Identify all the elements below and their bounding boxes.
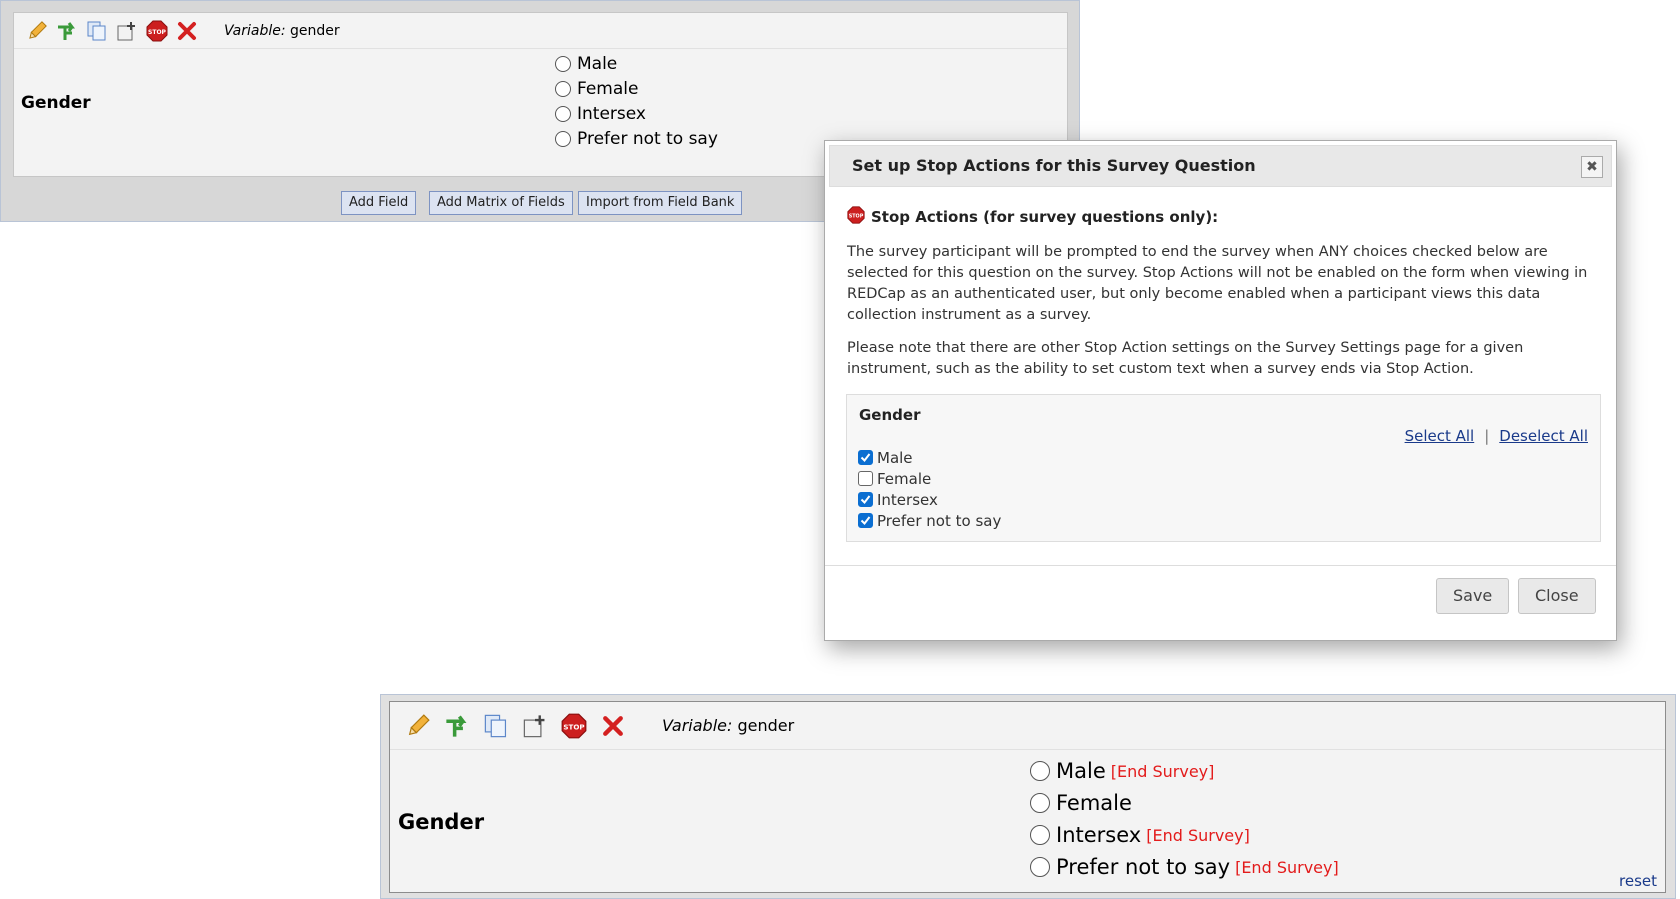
close-button[interactable]: Close xyxy=(1518,578,1596,614)
variable-label: Variable: gender xyxy=(662,716,795,735)
end-survey-tag: [End Survey] xyxy=(1110,761,1215,781)
radio-button[interactable] xyxy=(1030,857,1050,877)
radio-button[interactable] xyxy=(1030,825,1050,845)
end-survey-tag: [End Survey] xyxy=(1235,857,1339,877)
import-field-bank-button[interactable]: Import from Field Bank xyxy=(578,191,743,215)
choices-box: Gender Select All | Deselect All Male Fema… xyxy=(846,394,1601,542)
radio-option[interactable]: Prefer not to say [End Survey] xyxy=(1030,851,1339,883)
edit-pencil-icon[interactable] xyxy=(22,16,52,46)
radio-button[interactable] xyxy=(1030,793,1050,813)
checkbox-option[interactable]: Prefer not to say xyxy=(858,510,1001,531)
field-label: Gender xyxy=(21,93,91,113)
add-field-button[interactable]: Add Field xyxy=(341,191,417,215)
save-button[interactable]: Save xyxy=(1436,578,1510,614)
delete-field-icon[interactable] xyxy=(172,16,202,46)
radio-option[interactable]: Female xyxy=(1030,787,1339,819)
close-icon[interactable]: ✖ xyxy=(1581,156,1603,178)
radio-option[interactable]: Female xyxy=(555,76,718,101)
deselect-all-link[interactable]: Deselect All xyxy=(1499,427,1588,445)
checkbox[interactable] xyxy=(858,450,873,465)
dialog-divider xyxy=(825,565,1616,566)
dialog-titlebar: Set up Stop Actions for this Survey Ques… xyxy=(829,145,1612,187)
stop-action-icon[interactable]: STOP xyxy=(554,708,593,744)
checkbox[interactable] xyxy=(858,471,873,486)
link-separator: | xyxy=(1484,427,1490,445)
radio-option[interactable]: Intersex xyxy=(555,101,718,126)
checkbox[interactable] xyxy=(858,513,873,528)
box-title: Gender xyxy=(859,406,921,424)
field-toolbar-top: STOP Variable: gender xyxy=(14,13,1067,49)
field-toolbar-bottom: STOP Variable: gender xyxy=(390,702,1665,750)
svg-text:STOP: STOP xyxy=(563,722,584,731)
radio-button[interactable] xyxy=(555,55,571,72)
dialog-title: Set up Stop Actions for this Survey Ques… xyxy=(852,156,1256,175)
checkbox-option[interactable]: Intersex xyxy=(858,489,1001,510)
checkbox[interactable] xyxy=(858,492,873,507)
copy-field-icon[interactable] xyxy=(82,16,112,46)
radio-option[interactable]: Intersex [End Survey] xyxy=(1030,819,1339,851)
select-all-link[interactable]: Select All xyxy=(1405,427,1475,445)
checkbox-option[interactable]: Male xyxy=(858,447,1001,468)
reset-link[interactable]: reset xyxy=(1619,872,1657,890)
radio-button[interactable] xyxy=(555,80,571,97)
branching-logic-icon[interactable] xyxy=(437,708,476,744)
radio-option[interactable]: Male xyxy=(555,51,718,76)
radio-option[interactable]: Prefer not to say xyxy=(555,126,718,151)
copy-field-icon[interactable] xyxy=(476,708,515,744)
dialog-body: STOP Stop Actions (for survey questions … xyxy=(847,206,1602,380)
delete-field-icon[interactable] xyxy=(593,708,632,744)
radio-button[interactable] xyxy=(555,130,571,147)
edit-pencil-icon[interactable] xyxy=(398,708,437,744)
description-paragraph: The survey participant will be prompted … xyxy=(847,244,1588,323)
radio-option[interactable]: Male [End Survey] xyxy=(1030,755,1339,787)
move-field-icon[interactable] xyxy=(515,708,554,744)
radio-button[interactable] xyxy=(1030,761,1050,781)
end-survey-tag: [End Survey] xyxy=(1146,825,1250,845)
branching-logic-icon[interactable] xyxy=(52,16,82,46)
select-links: Select All | Deselect All xyxy=(1405,427,1588,445)
add-matrix-button[interactable]: Add Matrix of Fields xyxy=(429,191,573,215)
checkbox-list: Male Female Intersex Prefer not to say xyxy=(858,447,1001,531)
field-label: Gender xyxy=(398,810,485,834)
field-editor-bottom-inner: STOP Variable: gender Gender Male [End Su… xyxy=(389,701,1666,893)
move-field-icon[interactable] xyxy=(112,16,142,46)
variable-label: Variable: gender xyxy=(224,22,340,39)
svg-text:STOP: STOP xyxy=(148,29,167,36)
svg-text:STOP: STOP xyxy=(849,213,864,219)
radio-choices: Male [End Survey] Female Intersex [End Sur… xyxy=(1030,755,1339,883)
radio-choices: Male Female Intersex Prefer not to say xyxy=(555,51,718,151)
field-editor-bottom: STOP Variable: gender Gender Male [End Su… xyxy=(380,694,1676,899)
checkbox-option[interactable]: Female xyxy=(858,468,1001,489)
note-paragraph: Please note that there are other Stop Ac… xyxy=(847,340,1524,377)
stop-actions-dialog: Set up Stop Actions for this Survey Ques… xyxy=(824,140,1617,641)
stop-actions-heading: STOP Stop Actions (for survey questions … xyxy=(847,206,1219,228)
stop-sign-icon: STOP xyxy=(847,206,865,228)
radio-button[interactable] xyxy=(555,105,571,122)
stop-action-icon[interactable]: STOP xyxy=(142,16,172,46)
